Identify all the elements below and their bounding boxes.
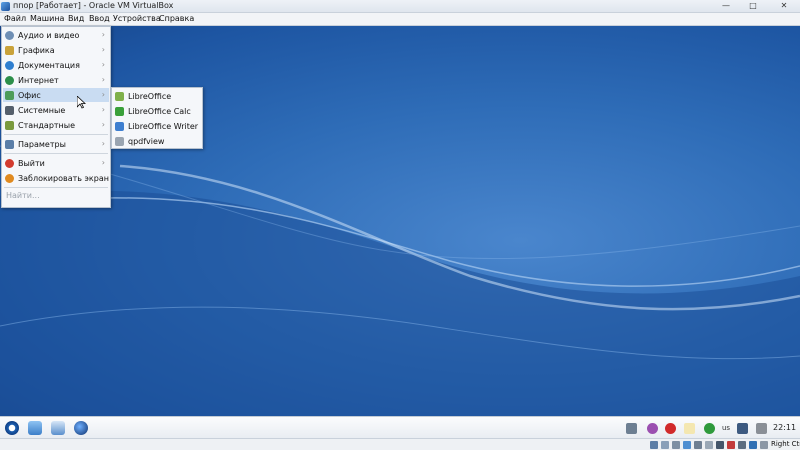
maximize-button[interactable]: □ <box>744 1 762 11</box>
qpdfview-icon <box>115 137 124 146</box>
logout-icon <box>5 159 14 168</box>
guest-desktop[interactable] <box>0 26 800 416</box>
chevron-right-icon: › <box>101 105 105 114</box>
menu-item-documentation[interactable]: Документация › <box>3 58 109 72</box>
submenu-item-libreoffice[interactable]: LibreOffice <box>113 89 201 103</box>
cpu-status-icon[interactable] <box>738 441 746 449</box>
multimedia-icon <box>5 31 14 40</box>
menu-input[interactable]: Ввод <box>89 14 110 23</box>
menu-view[interactable]: Вид <box>68 14 84 23</box>
keyboard-layout-indicator[interactable]: us <box>722 424 730 432</box>
usb-status-icon[interactable] <box>694 441 702 449</box>
documentation-icon <box>5 61 14 70</box>
office-submenu: LibreOffice LibreOffice Calc LibreOffice… <box>111 87 203 149</box>
menu-separator <box>4 153 108 154</box>
internet-icon <box>5 76 14 85</box>
menu-file[interactable]: Файл <box>4 14 26 23</box>
menu-separator <box>4 187 108 188</box>
menu-help[interactable]: Справка <box>159 14 194 23</box>
menu-item-accessories[interactable]: Стандартные › <box>3 118 109 132</box>
window-titlebar[interactable]: ппор [Работает] - Oracle VM VirtualBox —… <box>0 0 800 13</box>
chevron-right-icon: › <box>101 120 105 129</box>
mouse-cursor-icon <box>77 96 86 109</box>
keyboard-capture-icon[interactable] <box>760 441 768 449</box>
menu-search-input[interactable]: Найти... <box>6 191 40 200</box>
display-tray-icon[interactable] <box>737 423 748 434</box>
submenu-item-qpdfview[interactable]: qpdfview <box>113 134 201 148</box>
menu-machine[interactable]: Машина <box>30 14 64 23</box>
submenu-item-libreoffice-calc[interactable]: LibreOffice Calc <box>113 104 201 118</box>
vm-statusbar: Right Ctrl <box>0 438 800 450</box>
menu-item-system[interactable]: Системные › <box>3 103 109 117</box>
chevron-right-icon: › <box>101 90 105 99</box>
menu-item-lock-screen[interactable]: Заблокировать экран <box>3 171 109 185</box>
lock-screen-icon <box>5 174 14 183</box>
chevron-right-icon: › <box>101 139 105 148</box>
hdd-status-icon[interactable] <box>650 441 658 449</box>
display-status-icon[interactable] <box>716 441 724 449</box>
libreoffice-calc-icon <box>115 107 124 116</box>
menu-devices[interactable]: Устройства <box>113 14 161 23</box>
chevron-right-icon: › <box>101 75 105 84</box>
menu-separator <box>4 134 108 135</box>
office-icon <box>5 91 14 100</box>
clock[interactable]: 22:11 <box>773 423 796 432</box>
web-browser-icon[interactable] <box>74 421 88 435</box>
audio-status-icon[interactable] <box>672 441 680 449</box>
recording-status-icon[interactable] <box>727 441 735 449</box>
file-manager-icon[interactable] <box>28 421 42 435</box>
add-tray-icon[interactable] <box>704 423 715 434</box>
system-icon <box>5 106 14 115</box>
minimize-button[interactable]: — <box>717 1 735 11</box>
chevron-right-icon: › <box>101 30 105 39</box>
libreoffice-icon <box>115 92 124 101</box>
virtualbox-icon <box>1 2 10 11</box>
text-editor-icon[interactable] <box>51 421 65 435</box>
desktop-wallpaper <box>0 145 800 416</box>
start-button-icon[interactable] <box>5 421 19 435</box>
host-key-label: Right Ctrl <box>771 440 800 448</box>
menu-item-graphics[interactable]: Графика › <box>3 43 109 57</box>
update-tray-icon[interactable] <box>665 423 676 434</box>
chevron-right-icon: › <box>101 45 105 54</box>
optical-drive-status-icon[interactable] <box>661 441 669 449</box>
guest-taskbar: us 22:11 <box>0 416 800 438</box>
mouse-integration-icon[interactable] <box>749 441 757 449</box>
start-menu: Аудио и видео › Графика › Документация ›… <box>1 26 111 208</box>
network-tray-icon[interactable] <box>626 423 637 434</box>
clipboard-tray-icon[interactable] <box>684 423 695 434</box>
shared-folders-status-icon[interactable] <box>705 441 713 449</box>
settings-icon <box>5 140 14 149</box>
window-title: ппор [Работает] - Oracle VM VirtualBox <box>13 1 174 10</box>
messenger-tray-icon[interactable] <box>647 423 658 434</box>
menu-item-audio-video[interactable]: Аудио и видео › <box>3 28 109 42</box>
menu-item-logout[interactable]: Выйти › <box>3 156 109 170</box>
graphics-icon <box>5 46 14 55</box>
chevron-right-icon: › <box>101 60 105 69</box>
menu-item-office[interactable]: Офис › <box>3 88 109 102</box>
menubar: Файл Машина Вид Ввод Устройства Справка <box>0 13 800 26</box>
volume-tray-icon[interactable] <box>756 423 767 434</box>
close-button[interactable]: ✕ <box>771 1 797 11</box>
libreoffice-writer-icon <box>115 122 124 131</box>
menu-item-settings[interactable]: Параметры › <box>3 137 109 151</box>
chevron-right-icon: › <box>101 158 105 167</box>
menu-item-internet[interactable]: Интернет › <box>3 73 109 87</box>
accessories-icon <box>5 121 14 130</box>
network-status-icon[interactable] <box>683 441 691 449</box>
submenu-item-libreoffice-writer[interactable]: LibreOffice Writer <box>113 119 201 133</box>
